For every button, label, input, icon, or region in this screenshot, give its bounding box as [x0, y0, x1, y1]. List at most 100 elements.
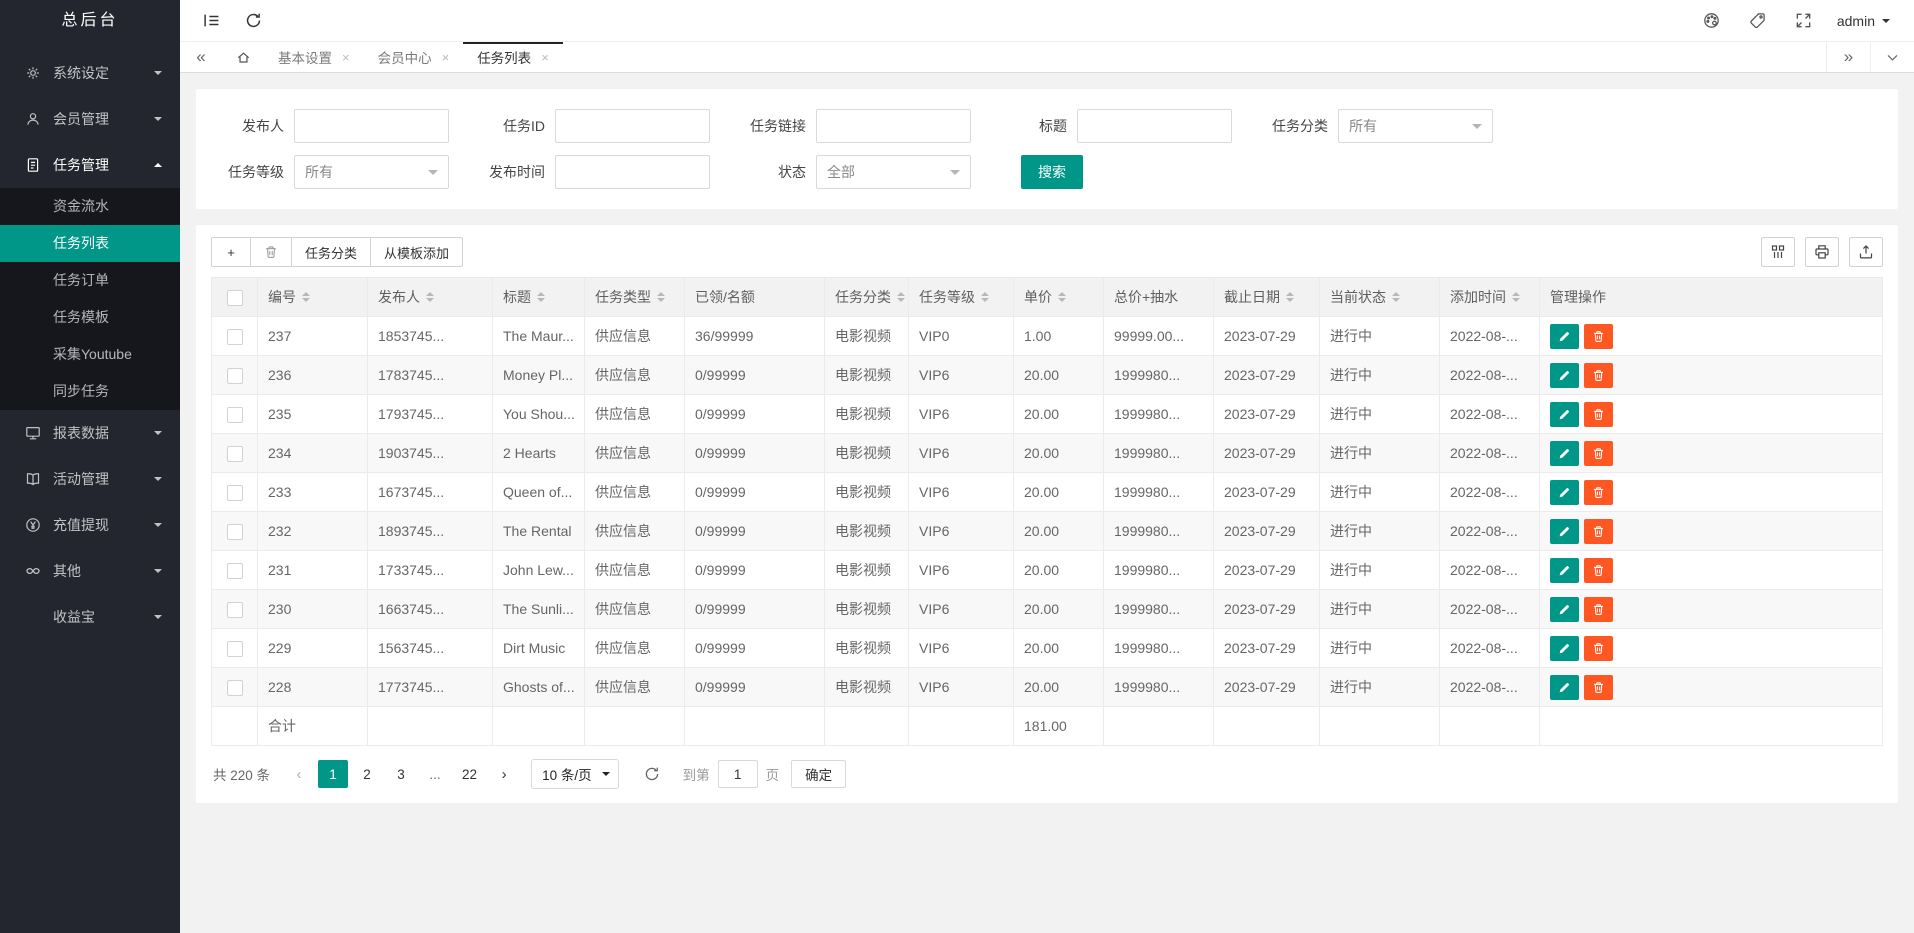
task-category-button[interactable]: 任务分类	[291, 237, 371, 267]
tabs-scroll-right-icon[interactable]: »	[1826, 42, 1870, 72]
home-tab[interactable]	[222, 42, 264, 72]
cell-total: 1999980...	[1104, 434, 1214, 473]
edit-button[interactable]	[1550, 597, 1579, 622]
tabs-scroll-left-icon[interactable]: «	[180, 42, 222, 72]
goto-page-input[interactable]	[718, 760, 758, 788]
delete-button[interactable]	[1584, 636, 1613, 661]
tab-item[interactable]: 会员中心×	[364, 42, 464, 72]
print-icon[interactable]	[1805, 237, 1839, 267]
edit-button[interactable]	[1550, 519, 1579, 544]
chevron-down-icon	[1882, 19, 1890, 27]
sidebar-item[interactable]: 会员管理	[0, 96, 180, 142]
sidebar-subitem[interactable]: 任务列表	[0, 225, 180, 262]
search-input[interactable]	[816, 109, 971, 143]
search-input[interactable]	[555, 155, 710, 189]
sort-icon[interactable]	[537, 288, 545, 306]
row-checkbox[interactable]	[227, 485, 243, 501]
row-checkbox[interactable]	[227, 368, 243, 384]
tab-close-icon[interactable]: ×	[541, 50, 549, 65]
sort-icon[interactable]	[1058, 288, 1066, 306]
search-input[interactable]	[1077, 109, 1232, 143]
per-page-select[interactable]: 10 条/页	[531, 759, 619, 789]
search-input[interactable]	[294, 109, 449, 143]
sidebar-subitem[interactable]: 任务订单	[0, 262, 180, 299]
row-checkbox[interactable]	[227, 329, 243, 345]
search-button[interactable]: 搜索	[1021, 155, 1083, 189]
delete-button[interactable]	[1584, 441, 1613, 466]
refresh-icon[interactable]	[232, 0, 274, 42]
row-checkbox[interactable]	[227, 407, 243, 423]
sidebar-subitem[interactable]: 任务模板	[0, 299, 180, 336]
edit-button[interactable]	[1550, 675, 1579, 700]
edit-button[interactable]	[1550, 324, 1579, 349]
edit-button[interactable]	[1550, 363, 1579, 388]
select-all-checkbox[interactable]	[227, 290, 243, 306]
select-dropdown[interactable]: 所有	[1338, 109, 1493, 143]
row-checkbox[interactable]	[227, 563, 243, 579]
sort-icon[interactable]	[1392, 288, 1400, 306]
delete-button[interactable]	[1584, 402, 1613, 427]
sort-icon[interactable]	[657, 288, 665, 306]
sidebar-subitem[interactable]: 同步任务	[0, 373, 180, 410]
fullscreen-icon[interactable]	[1781, 0, 1827, 42]
menu-collapse-icon[interactable]	[190, 0, 232, 42]
sidebar-item[interactable]: 其他	[0, 548, 180, 594]
add-task-button[interactable]: +	[211, 237, 251, 267]
search-input[interactable]	[555, 109, 710, 143]
sort-icon[interactable]	[1286, 288, 1294, 306]
delete-button[interactable]	[1584, 519, 1613, 544]
page-button[interactable]: 2	[352, 760, 382, 788]
sidebar-subitem[interactable]: 采集Youtube	[0, 336, 180, 373]
sort-icon[interactable]	[426, 288, 434, 306]
export-icon[interactable]	[1849, 237, 1883, 267]
edit-button[interactable]	[1550, 480, 1579, 505]
sidebar-item[interactable]: 系统设定	[0, 50, 180, 96]
tab-item[interactable]: 基本设置×	[264, 42, 364, 72]
row-checkbox[interactable]	[227, 641, 243, 657]
delete-selected-button[interactable]	[250, 237, 292, 267]
sort-icon[interactable]	[302, 288, 310, 306]
select-dropdown[interactable]: 全部	[816, 155, 971, 189]
tab-close-icon[interactable]: ×	[442, 50, 450, 65]
delete-button[interactable]	[1584, 324, 1613, 349]
delete-button[interactable]	[1584, 480, 1613, 505]
table-refresh-icon[interactable]	[635, 759, 669, 789]
sort-icon[interactable]	[1512, 288, 1520, 306]
delete-button[interactable]	[1584, 597, 1613, 622]
delete-button[interactable]	[1584, 363, 1613, 388]
tabs-menu-icon[interactable]	[1870, 42, 1914, 72]
goto-confirm-button[interactable]: 确定	[791, 760, 846, 788]
tag-icon[interactable]	[1735, 0, 1781, 42]
sidebar-subitem[interactable]: 资金流水	[0, 188, 180, 225]
page-button[interactable]: 22	[454, 760, 485, 788]
page-button[interactable]: 3	[386, 760, 416, 788]
row-checkbox[interactable]	[227, 602, 243, 618]
edit-button[interactable]	[1550, 402, 1579, 427]
admin-dropdown[interactable]: admin	[1827, 13, 1908, 29]
sidebar-item[interactable]: 活动管理	[0, 456, 180, 502]
page-button[interactable]: 1	[318, 760, 348, 788]
theme-palette-icon[interactable]	[1689, 0, 1735, 42]
sort-icon[interactable]	[897, 288, 905, 306]
sort-icon[interactable]	[981, 288, 989, 306]
edit-button[interactable]	[1550, 636, 1579, 661]
edit-button[interactable]	[1550, 558, 1579, 583]
sidebar-item[interactable]: 充值提现	[0, 502, 180, 548]
tab-close-icon[interactable]: ×	[342, 50, 350, 65]
table-row: 2331673745...Queen of...供应信息0/99999电影视频V…	[212, 473, 1883, 512]
row-checkbox[interactable]	[227, 524, 243, 540]
row-checkbox[interactable]	[227, 446, 243, 462]
columns-filter-icon[interactable]	[1761, 237, 1795, 267]
tab-active[interactable]: 任务列表×	[463, 42, 563, 72]
delete-button[interactable]	[1584, 675, 1613, 700]
sidebar-item[interactable]: 报表数据	[0, 410, 180, 456]
next-page-button[interactable]: ›	[489, 760, 519, 788]
add-from-template-button[interactable]: 从模板添加	[370, 237, 463, 267]
sidebar-item[interactable]: 任务管理	[0, 142, 180, 188]
edit-button[interactable]	[1550, 441, 1579, 466]
row-checkbox[interactable]	[227, 680, 243, 696]
delete-button[interactable]	[1584, 558, 1613, 583]
sidebar-item[interactable]: 收益宝	[0, 594, 180, 640]
select-dropdown[interactable]: 所有	[294, 155, 449, 189]
prev-page-button[interactable]: ‹	[284, 760, 314, 788]
